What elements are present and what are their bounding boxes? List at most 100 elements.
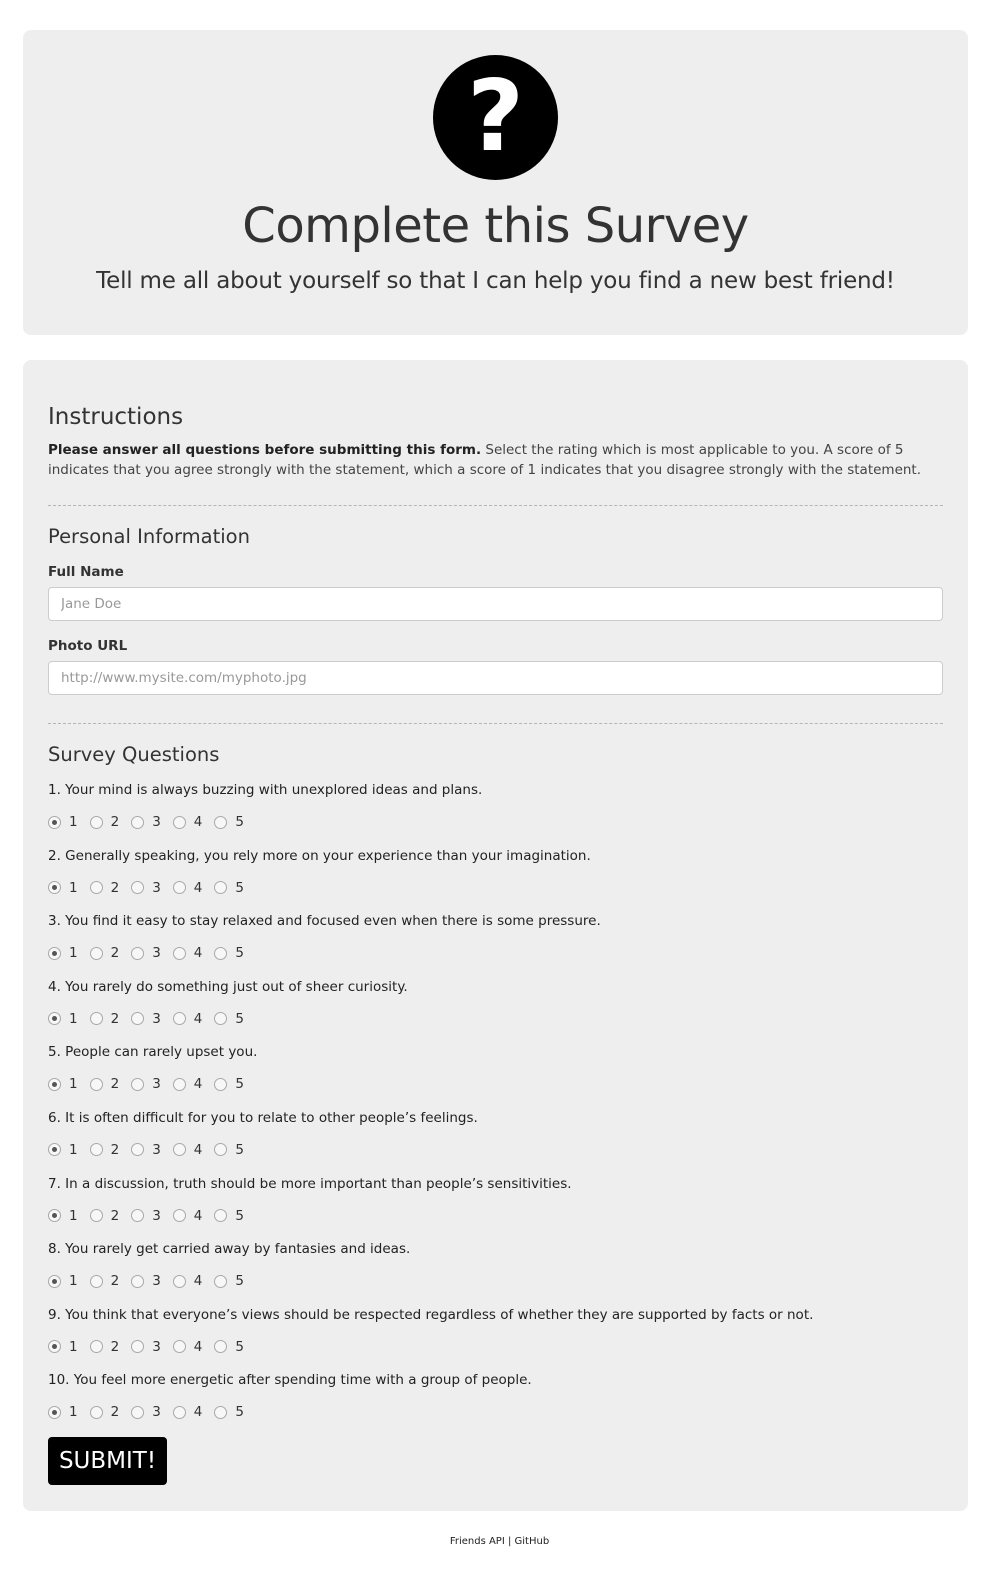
rating-option[interactable]: 4: [172, 1208, 202, 1224]
radio-button[interactable]: [214, 1012, 228, 1026]
radio-button[interactable]: [48, 815, 61, 829]
rating-option[interactable]: 1: [48, 1076, 78, 1092]
radio-button[interactable]: [172, 1143, 186, 1157]
full-name-input[interactable]: [48, 587, 943, 621]
rating-option[interactable]: 3: [131, 880, 161, 896]
radio-button[interactable]: [214, 815, 228, 829]
rating-option[interactable]: 3: [131, 945, 161, 961]
rating-option[interactable]: 5: [214, 814, 244, 830]
rating-option[interactable]: 3: [131, 1142, 161, 1158]
radio-button[interactable]: [172, 1077, 186, 1091]
rating-option[interactable]: 2: [89, 1339, 119, 1355]
radio-button[interactable]: [131, 1274, 145, 1288]
radio-button[interactable]: [131, 1077, 145, 1091]
radio-button[interactable]: [89, 881, 103, 895]
rating-option[interactable]: 2: [89, 945, 119, 961]
rating-option[interactable]: 5: [214, 1273, 244, 1289]
radio-button[interactable]: [131, 1340, 145, 1354]
friends-api-link[interactable]: Friends API: [450, 1536, 505, 1547]
radio-button[interactable]: [131, 1405, 145, 1419]
rating-option[interactable]: 4: [172, 1076, 202, 1092]
radio-button[interactable]: [89, 1077, 103, 1091]
rating-option[interactable]: 2: [89, 1208, 119, 1224]
rating-option[interactable]: 1: [48, 1011, 78, 1027]
radio-button[interactable]: [131, 1012, 145, 1026]
rating-option[interactable]: 1: [48, 1142, 78, 1158]
rating-option[interactable]: 2: [89, 814, 119, 830]
rating-option[interactable]: 1: [48, 880, 78, 896]
radio-button[interactable]: [48, 1405, 61, 1419]
radio-button[interactable]: [48, 946, 61, 960]
radio-button[interactable]: [131, 1143, 145, 1157]
rating-option[interactable]: 3: [131, 1208, 161, 1224]
radio-button[interactable]: [131, 815, 145, 829]
radio-button[interactable]: [48, 1274, 61, 1288]
radio-button[interactable]: [48, 1340, 61, 1354]
radio-button[interactable]: [89, 1143, 103, 1157]
radio-button[interactable]: [214, 1274, 228, 1288]
rating-option[interactable]: 3: [131, 1339, 161, 1355]
rating-option[interactable]: 4: [172, 1404, 202, 1420]
radio-button[interactable]: [214, 881, 228, 895]
rating-option[interactable]: 4: [172, 1339, 202, 1355]
rating-option[interactable]: 4: [172, 1273, 202, 1289]
github-link[interactable]: GitHub: [515, 1536, 550, 1547]
radio-button[interactable]: [89, 946, 103, 960]
rating-option[interactable]: 2: [89, 1273, 119, 1289]
radio-button[interactable]: [172, 1405, 186, 1419]
rating-option[interactable]: 4: [172, 1011, 202, 1027]
radio-button[interactable]: [48, 881, 61, 895]
rating-option[interactable]: 1: [48, 814, 78, 830]
radio-button[interactable]: [89, 1012, 103, 1026]
rating-option[interactable]: 3: [131, 1404, 161, 1420]
submit-button[interactable]: SUBMIT!: [48, 1437, 167, 1485]
radio-button[interactable]: [172, 1012, 186, 1026]
radio-button[interactable]: [89, 1405, 103, 1419]
radio-button[interactable]: [89, 1274, 103, 1288]
radio-button[interactable]: [131, 1209, 145, 1223]
radio-button[interactable]: [172, 946, 186, 960]
rating-option[interactable]: 4: [172, 1142, 202, 1158]
rating-option[interactable]: 2: [89, 1011, 119, 1027]
radio-button[interactable]: [214, 1143, 228, 1157]
rating-option[interactable]: 5: [214, 945, 244, 961]
rating-option[interactable]: 5: [214, 1404, 244, 1420]
rating-option[interactable]: 5: [214, 880, 244, 896]
radio-button[interactable]: [172, 815, 186, 829]
rating-option[interactable]: 1: [48, 945, 78, 961]
rating-option[interactable]: 2: [89, 1142, 119, 1158]
radio-button[interactable]: [48, 1143, 61, 1157]
radio-button[interactable]: [214, 1405, 228, 1419]
radio-button[interactable]: [214, 1077, 228, 1091]
rating-option[interactable]: 3: [131, 1273, 161, 1289]
radio-button[interactable]: [89, 1209, 103, 1223]
rating-option[interactable]: 5: [214, 1011, 244, 1027]
rating-option[interactable]: 4: [172, 945, 202, 961]
rating-option[interactable]: 1: [48, 1273, 78, 1289]
rating-option[interactable]: 4: [172, 814, 202, 830]
rating-option[interactable]: 1: [48, 1208, 78, 1224]
radio-button[interactable]: [214, 1340, 228, 1354]
rating-option[interactable]: 2: [89, 1404, 119, 1420]
rating-option[interactable]: 3: [131, 1076, 161, 1092]
rating-option[interactable]: 5: [214, 1208, 244, 1224]
rating-option[interactable]: 1: [48, 1339, 78, 1355]
radio-button[interactable]: [48, 1077, 61, 1091]
radio-button[interactable]: [48, 1012, 61, 1026]
radio-button[interactable]: [214, 1209, 228, 1223]
radio-button[interactable]: [172, 1274, 186, 1288]
radio-button[interactable]: [172, 1340, 186, 1354]
radio-button[interactable]: [48, 1209, 61, 1223]
radio-button[interactable]: [89, 815, 103, 829]
rating-option[interactable]: 3: [131, 1011, 161, 1027]
rating-option[interactable]: 2: [89, 880, 119, 896]
radio-button[interactable]: [214, 946, 228, 960]
rating-option[interactable]: 3: [131, 814, 161, 830]
rating-option[interactable]: 1: [48, 1404, 78, 1420]
radio-button[interactable]: [172, 881, 186, 895]
radio-button[interactable]: [131, 946, 145, 960]
radio-button[interactable]: [89, 1340, 103, 1354]
rating-option[interactable]: 2: [89, 1076, 119, 1092]
photo-url-input[interactable]: [48, 661, 943, 695]
radio-button[interactable]: [172, 1209, 186, 1223]
